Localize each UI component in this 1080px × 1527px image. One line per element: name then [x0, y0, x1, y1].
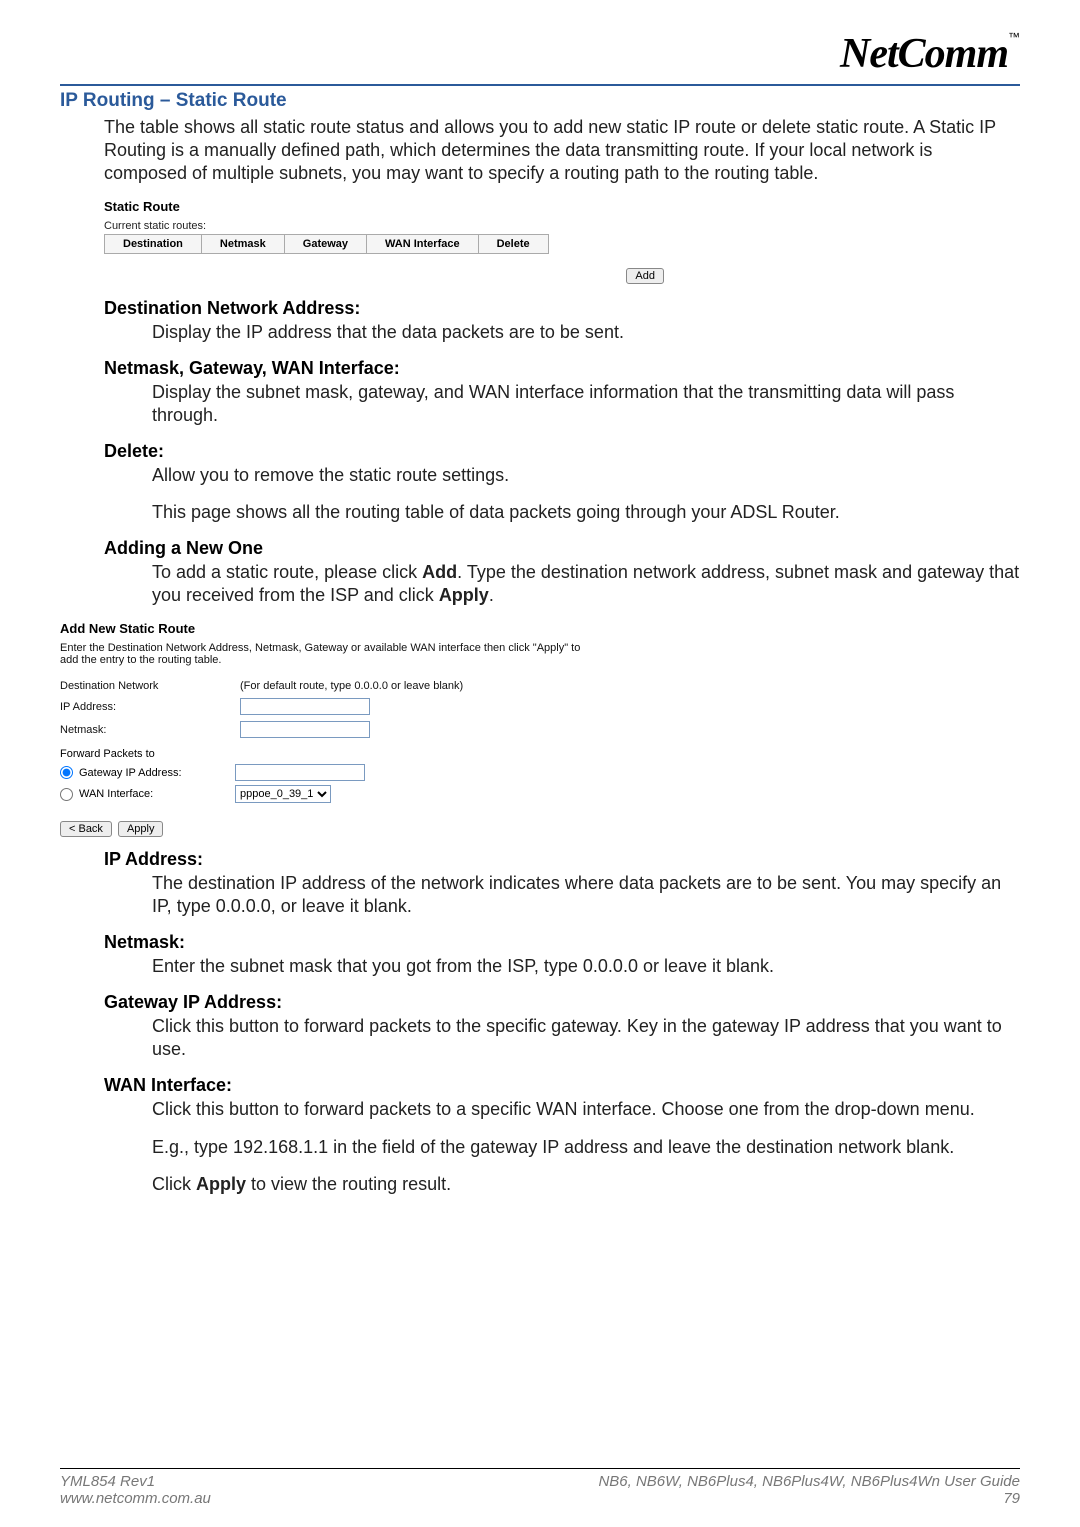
body-netmask-etc: Display the subnet mask, gateway, and WA… — [152, 381, 1020, 427]
dest-net-label: Destination Network — [60, 680, 230, 692]
footer-url: www.netcomm.com.au — [60, 1490, 211, 1507]
panel-subtitle: Current static routes: — [104, 220, 1020, 232]
wan-extra2-bold: Apply — [196, 1174, 246, 1194]
add-panel-title: Add New Static Route — [60, 621, 1020, 636]
gateway-radio-label: Gateway IP Address: — [79, 767, 229, 779]
footer-page-num: 79 — [598, 1490, 1020, 1507]
netmask-input[interactable] — [240, 721, 370, 738]
body-wan-interface: Click this button to forward packets to … — [152, 1098, 1020, 1121]
term-delete: Delete: — [104, 441, 1020, 462]
ip-address-input[interactable] — [240, 698, 370, 715]
brand-logo: NetComm™ — [60, 30, 1020, 78]
netmask-label: Netmask: — [60, 724, 230, 736]
static-route-panel: Static Route Current static routes: Dest… — [104, 199, 1020, 284]
wan-interface-select[interactable]: pppoe_0_39_1 — [235, 785, 331, 803]
apply-button[interactable]: Apply — [118, 821, 164, 837]
col-destination: Destination — [105, 235, 202, 254]
term-gateway-ip: Gateway IP Address: — [104, 992, 1020, 1013]
adding-heading: Adding a New One — [104, 538, 1020, 559]
section-title: IP Routing – Static Route — [60, 90, 1020, 112]
col-gateway: Gateway — [284, 235, 366, 254]
adding-text-c: . — [489, 585, 494, 605]
ip-label: IP Address: — [60, 701, 230, 713]
footer-rev: YML854 Rev1 — [60, 1473, 211, 1490]
panel-title: Static Route — [104, 199, 1020, 214]
adding-text-a: To add a static route, please click — [152, 562, 422, 582]
dest-net-hint: (For default route, type 0.0.0.0 or leav… — [240, 680, 463, 692]
logo-tm: ™ — [1008, 30, 1020, 44]
body-destination: Display the IP address that the data pac… — [152, 321, 1020, 344]
body-netmask: Enter the subnet mask that you got from … — [152, 955, 1020, 978]
header-divider — [60, 84, 1020, 86]
footer-guide: NB6, NB6W, NB6Plus4, NB6Plus4W, NB6Plus4… — [598, 1473, 1020, 1490]
back-button[interactable]: < Back — [60, 821, 112, 837]
routes-table: Destination Netmask Gateway WAN Interfac… — [104, 234, 549, 254]
body-gateway-ip: Click this button to forward packets to … — [152, 1015, 1020, 1061]
delete-extra: This page shows all the routing table of… — [152, 501, 1020, 524]
wan-radio-label: WAN Interface: — [79, 788, 229, 800]
body-delete: Allow you to remove the static route set… — [152, 464, 1020, 487]
body-ip-address: The destination IP address of the networ… — [152, 872, 1020, 918]
col-delete: Delete — [478, 235, 548, 254]
add-route-panel: Add New Static Route Enter the Destinati… — [60, 621, 1020, 837]
term-wan-interface: WAN Interface: — [104, 1075, 1020, 1096]
term-netmask: Netmask: — [104, 932, 1020, 953]
intro-paragraph: The table shows all static route status … — [104, 116, 1020, 185]
wan-extra2-b: to view the routing result. — [246, 1174, 451, 1194]
gateway-radio[interactable] — [60, 766, 73, 779]
wan-apply-note: Click Apply to view the routing result. — [152, 1173, 1020, 1196]
footer-left: YML854 Rev1 www.netcomm.com.au — [60, 1473, 211, 1507]
page-footer: YML854 Rev1 www.netcomm.com.au NB6, NB6W… — [60, 1468, 1020, 1507]
wan-radio[interactable] — [60, 788, 73, 801]
term-destination: Destination Network Address: — [104, 298, 1020, 319]
col-netmask: Netmask — [201, 235, 284, 254]
gateway-ip-input[interactable] — [235, 764, 365, 781]
term-ip-address: IP Address: — [104, 849, 1020, 870]
add-panel-desc: Enter the Destination Network Address, N… — [60, 642, 600, 666]
wan-example: E.g., type 192.168.1.1 in the field of t… — [152, 1136, 1020, 1159]
col-wan-interface: WAN Interface — [367, 235, 479, 254]
footer-right: NB6, NB6W, NB6Plus4, NB6Plus4W, NB6Plus4… — [598, 1473, 1020, 1507]
adding-paragraph: To add a static route, please click Add.… — [152, 561, 1020, 607]
adding-add-word: Add — [422, 562, 457, 582]
forward-label: Forward Packets to — [60, 748, 1020, 760]
adding-apply-word: Apply — [439, 585, 489, 605]
wan-extra2-a: Click — [152, 1174, 196, 1194]
term-netmask-etc: Netmask, Gateway, WAN Interface: — [104, 358, 1020, 379]
logo-text: NetComm — [840, 31, 1008, 77]
add-button[interactable]: Add — [626, 268, 664, 284]
